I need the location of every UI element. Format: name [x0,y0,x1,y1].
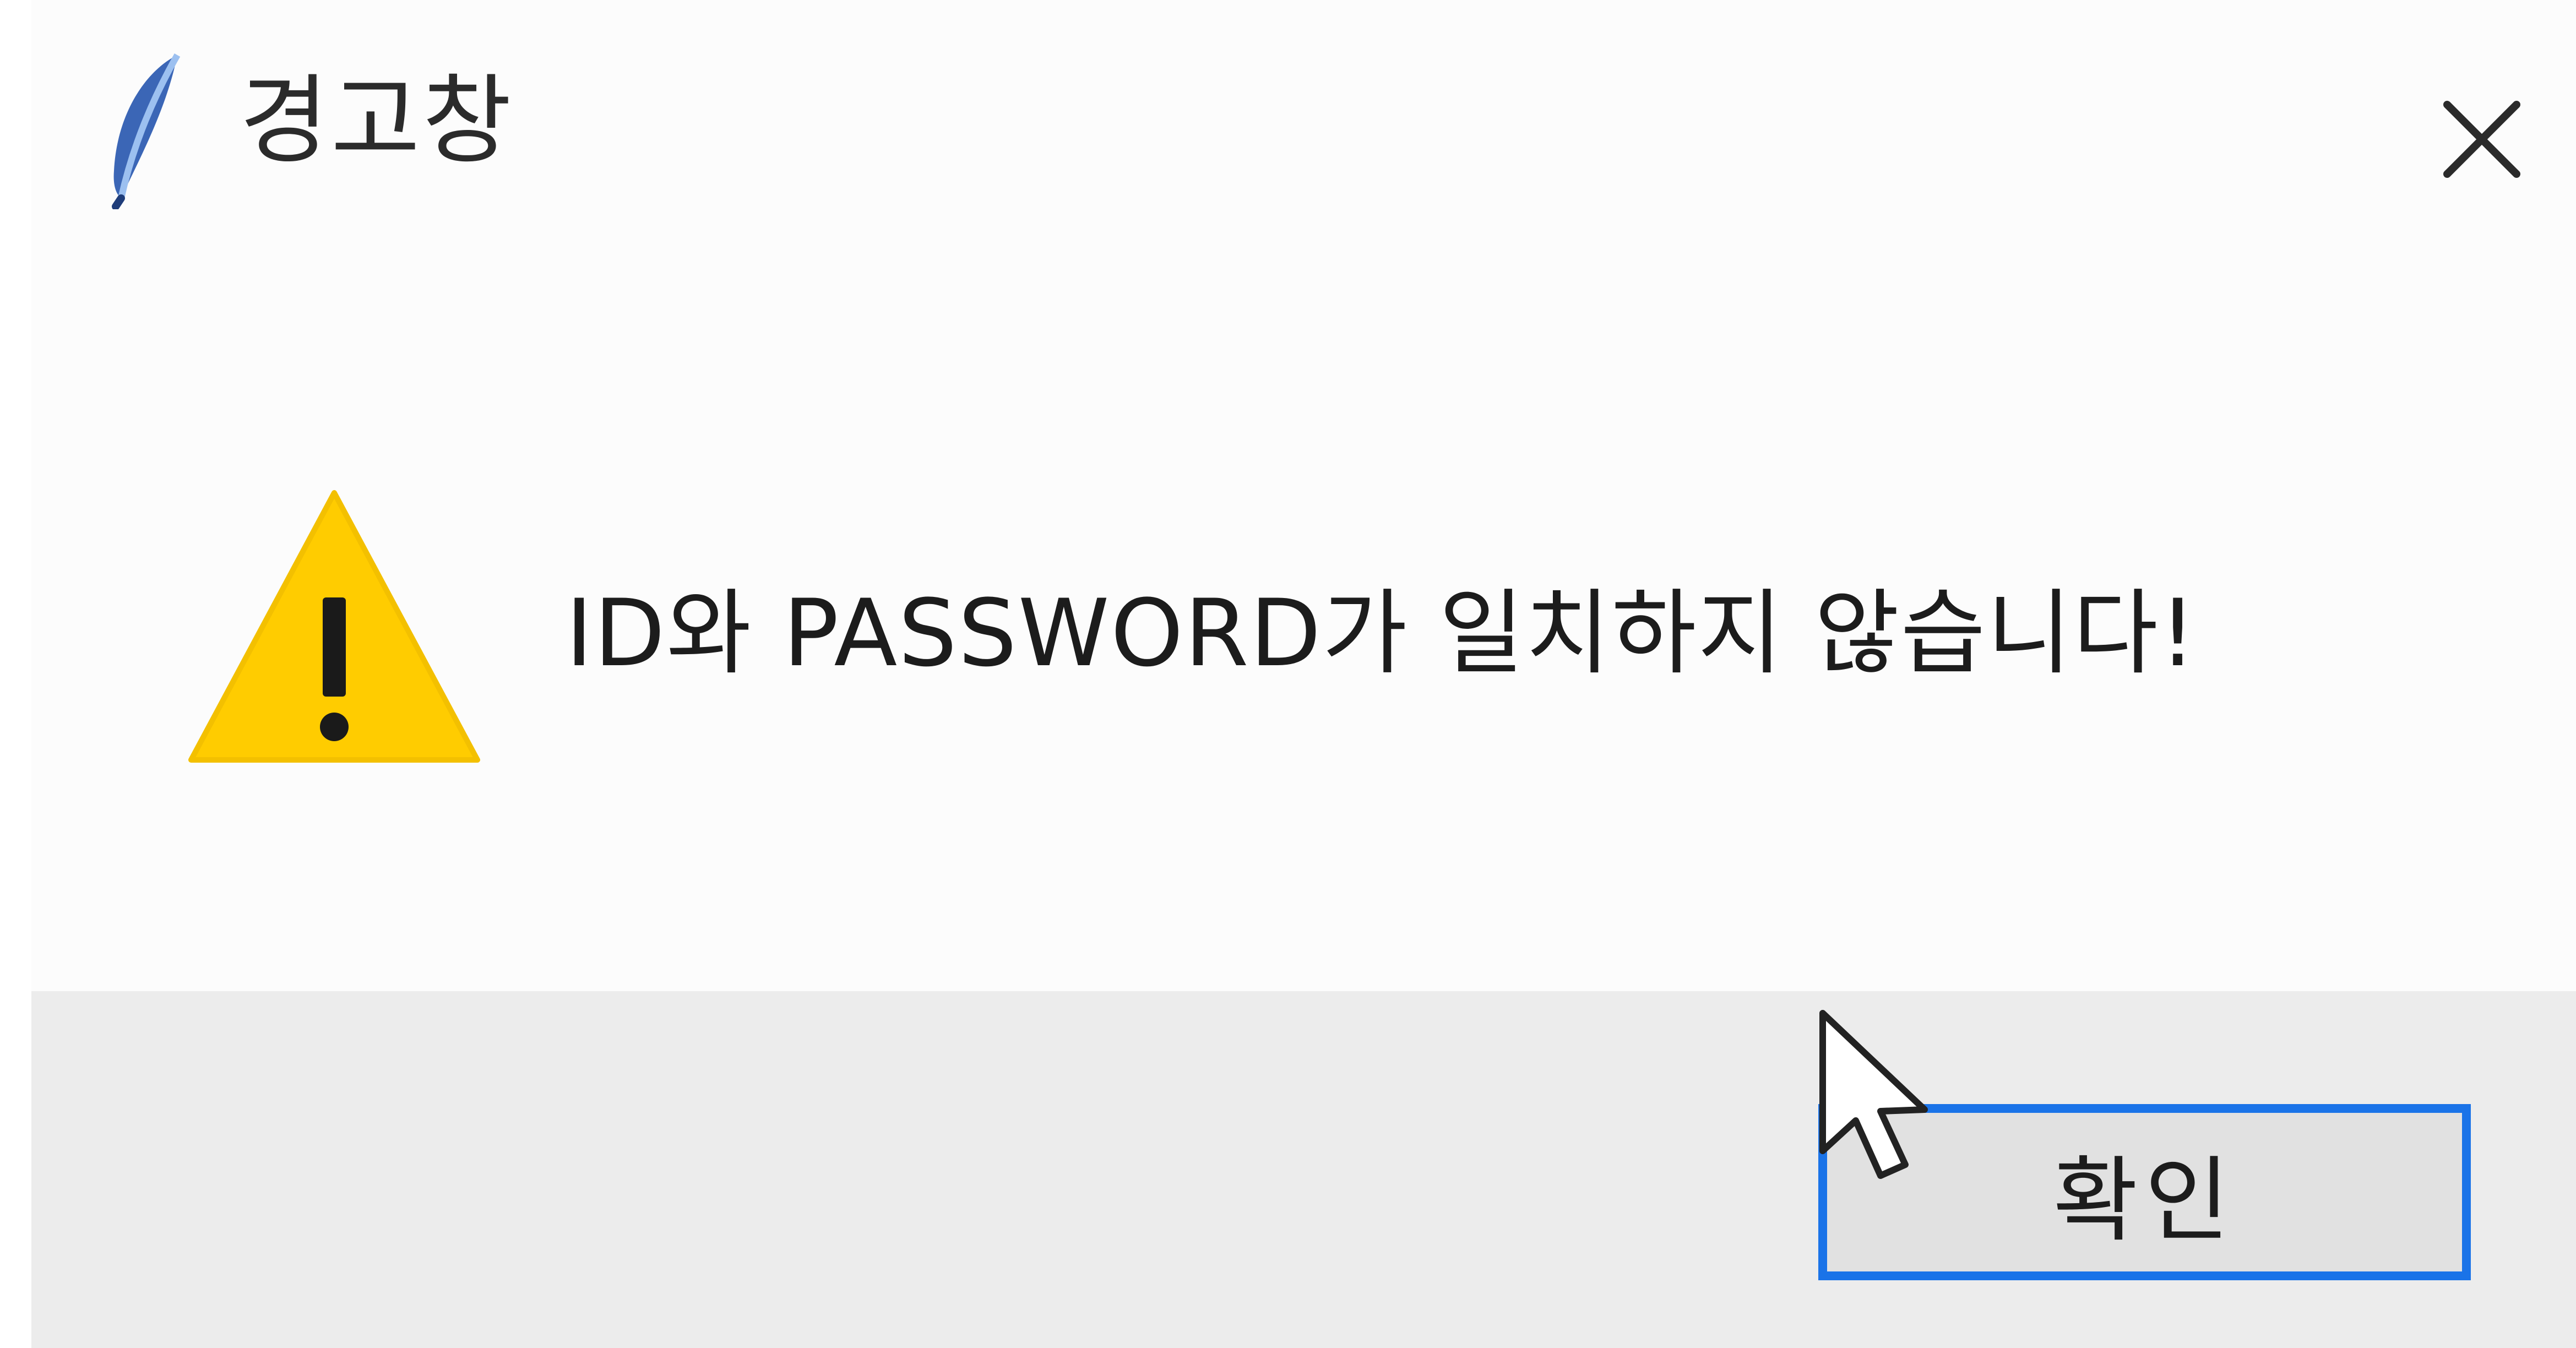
close-button[interactable] [2419,77,2545,204]
mouse-cursor-icon [1812,1008,1933,1189]
close-icon [2441,98,2523,183]
warning-triangle-icon [183,482,486,768]
button-bar: 확인 [31,991,2576,1348]
window-title: 경고창 [240,64,514,177]
dialog-body: ID와 PASSWORD가 일치하지 않습니다! [31,259,2576,991]
warning-dialog: 경고창 ID와 PASSWORD가 일치하지 않습니다! 확인 [31,0,2576,1348]
feather-icon [95,50,194,210]
error-message: ID와 PASSWORD가 일치하지 않습니다! [566,579,2198,687]
title-bar[interactable]: 경고창 [31,0,2576,259]
